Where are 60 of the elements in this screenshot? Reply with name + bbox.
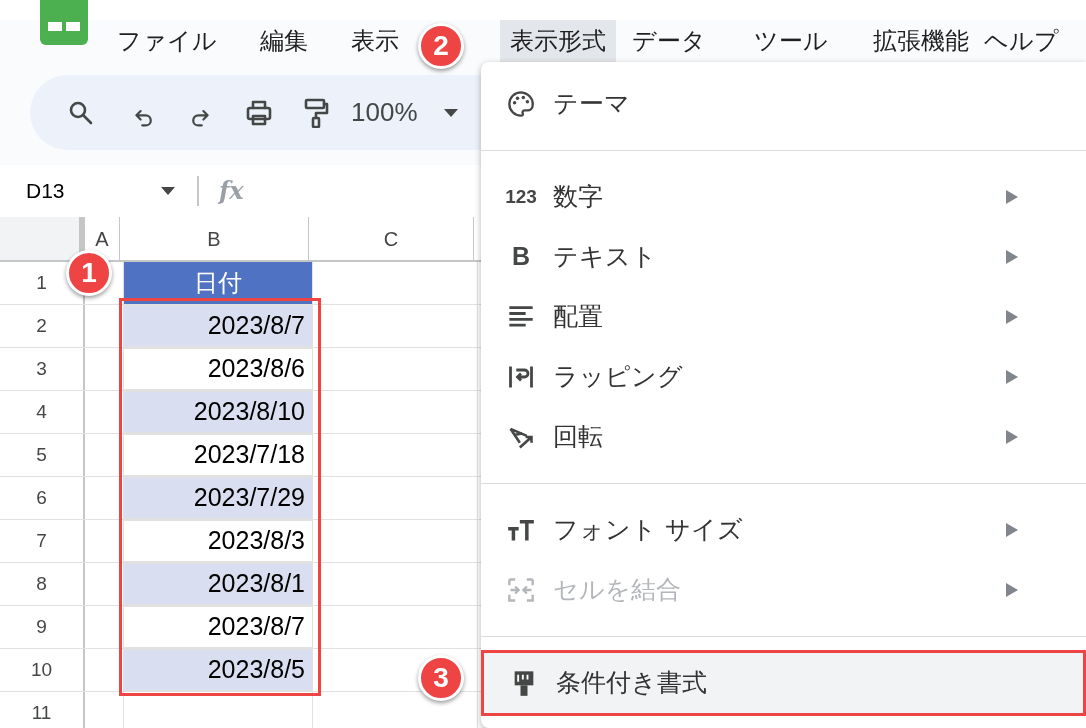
menu-item[interactable]: 123 数字 — [481, 167, 1086, 227]
date-cell: 2023/8/6 — [124, 348, 313, 390]
menu-item-label: ラッピング — [553, 361, 683, 394]
menu-item[interactable]: 条件付き書式 — [484, 653, 1083, 713]
menu-bar-item[interactable]: ツール — [744, 20, 838, 62]
menu-bar-item[interactable]: データ — [622, 20, 716, 62]
zoom-level[interactable]: 100% — [351, 93, 418, 132]
menu-item-label: 条件付き書式 — [556, 667, 707, 700]
date-cell: 2023/7/18 — [124, 434, 313, 476]
row-number[interactable]: 1 — [36, 268, 47, 298]
menu-item[interactable]: フォント サイズ — [481, 500, 1086, 560]
row-number[interactable]: 4 — [36, 397, 47, 427]
menu-item-label: テーマ — [553, 88, 630, 121]
step-badge: 1 — [66, 250, 112, 296]
menu-bar-item[interactable]: 表示 — [341, 20, 409, 62]
date-cell: 2023/8/5 — [124, 649, 313, 691]
dropdown-caret-icon[interactable] — [443, 108, 458, 117]
name-box[interactable]: D13 — [26, 175, 86, 207]
menu-item-label: 数字 — [553, 181, 603, 214]
row-number[interactable]: 10 — [30, 655, 53, 685]
menu-item[interactable]: 配置 — [481, 287, 1086, 347]
menu-item[interactable]: ラッピング — [481, 347, 1086, 407]
menu-item-label: 配置 — [553, 301, 603, 334]
row-number[interactable]: 3 — [36, 354, 47, 384]
step-badge: 3 — [418, 655, 464, 701]
menu-item-label: フォント サイズ — [553, 514, 743, 547]
header-cell: 日付 — [124, 262, 313, 304]
date-cell: 2023/8/7 — [124, 606, 313, 648]
menu-item-label: セルを結合 — [553, 574, 681, 607]
menu-bar-item[interactable]: 表示形式 — [500, 20, 616, 62]
menu-icon-glyph: 123 — [504, 184, 538, 209]
formula-label: fx — [219, 175, 244, 207]
date-cell: 2023/8/1 — [124, 563, 313, 605]
menu-item-label: テキスト — [553, 241, 657, 274]
menu-item[interactable]: テーマ — [481, 74, 1086, 134]
paint-roller-icon[interactable] — [303, 97, 329, 128]
menu-bar-item[interactable]: ファイル — [107, 20, 227, 62]
date-cell: 2023/7/29 — [124, 477, 313, 519]
menu-bar-item[interactable]: 編集 — [250, 20, 318, 62]
row-number[interactable]: 7 — [36, 526, 47, 556]
column-header[interactable]: C — [383, 223, 399, 254]
row-number[interactable]: 8 — [36, 569, 47, 599]
row-number[interactable]: 6 — [36, 483, 47, 513]
dropdown-caret-icon[interactable] — [161, 187, 175, 195]
menu-item-label: 回転 — [553, 421, 603, 454]
print-icon[interactable] — [245, 98, 273, 127]
row-number[interactable]: 11 — [31, 698, 52, 728]
row-number[interactable]: 5 — [36, 440, 47, 470]
menu-item[interactable]: B テキスト — [481, 227, 1086, 287]
palette-icon — [507, 90, 535, 118]
date-cell: 2023/8/7 — [124, 305, 313, 347]
row-number[interactable]: 2 — [36, 311, 47, 341]
date-cell: 2023/8/10 — [124, 391, 313, 433]
search-icon[interactable] — [68, 99, 94, 126]
row-number[interactable]: 9 — [36, 612, 47, 642]
date-cell: 2023/8/3 — [124, 520, 313, 562]
menu-item[interactable]: 回転 — [481, 407, 1086, 467]
merge-icon — [507, 576, 535, 604]
menu-icon-glyph: B — [510, 241, 532, 273]
column-header[interactable]: B — [207, 223, 221, 254]
